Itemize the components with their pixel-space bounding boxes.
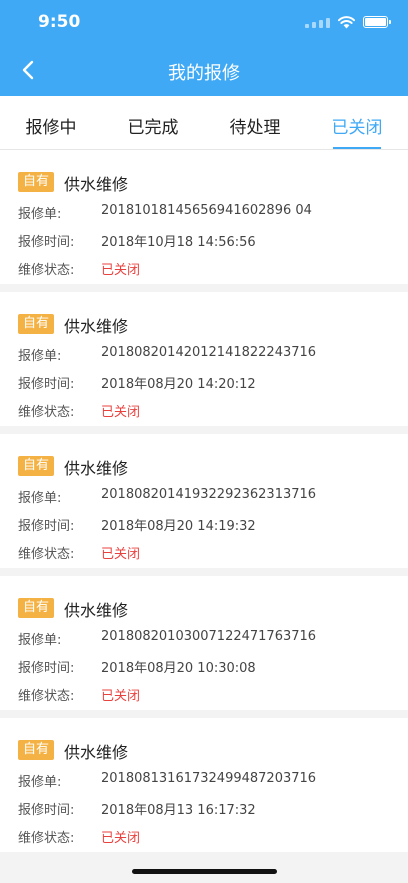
repair-card[interactable]: 自有 供水维修 报修单: 20180820141932292362313716 … [0, 434, 408, 568]
app-header: 9:50 我的报修 [0, 0, 408, 96]
repair-time: 2018年08月13 16:17:32 [101, 803, 256, 818]
repair-status: 已关闭 [101, 831, 141, 846]
repair-category: 供水维修 [64, 601, 129, 620]
time-label: 报修时间: [18, 661, 75, 676]
source-tag: 自有 [18, 456, 54, 476]
source-tag: 自有 [18, 598, 54, 618]
status-label: 维修状态: [18, 405, 75, 420]
repair-category: 供水维修 [64, 175, 129, 194]
active-tab-indicator [333, 147, 381, 149]
status-label: 维修状态: [18, 689, 75, 704]
time-label: 报修时间: [18, 377, 75, 392]
status-bar: 9:50 [0, 0, 408, 44]
repair-category: 供水维修 [64, 459, 129, 478]
repair-category: 供水维修 [64, 317, 129, 336]
order-number: 20180820142012141822243716 [101, 345, 317, 360]
battery-icon [363, 16, 391, 28]
status-icons [305, 14, 391, 30]
repair-card[interactable]: 自有 供水维修 报修单: 20181018145656941602896 04 … [0, 150, 408, 284]
source-tag: 自有 [18, 172, 54, 192]
order-label: 报修单: [18, 775, 62, 790]
order-label: 报修单: [18, 349, 62, 364]
order-number: 20180813161732499487203716 [101, 771, 317, 786]
repair-status: 已关闭 [101, 547, 141, 562]
repair-time: 2018年08月20 14:19:32 [101, 519, 256, 534]
tab-completed[interactable]: 已完成 [102, 113, 204, 138]
status-label: 维修状态: [18, 263, 75, 278]
source-tag: 自有 [18, 314, 54, 334]
tab-bar: 报修中 已完成 待处理 已关闭 [0, 96, 408, 150]
tab-closed[interactable]: 已关闭 [306, 113, 408, 138]
repair-status: 已关闭 [101, 263, 141, 278]
tab-in-progress[interactable]: 报修中 [0, 113, 102, 138]
order-label: 报修单: [18, 207, 62, 222]
repair-time: 2018年08月20 14:20:12 [101, 377, 256, 392]
nav-bar: 我的报修 [0, 44, 408, 96]
order-label: 报修单: [18, 633, 62, 648]
tab-pending[interactable]: 待处理 [204, 113, 306, 138]
repair-status: 已关闭 [101, 689, 141, 704]
wifi-icon [338, 15, 355, 28]
order-number: 20180820103007122471763716 [101, 629, 317, 644]
repair-card[interactable]: 自有 供水维修 报修单: 20180820103007122471763716 … [0, 576, 408, 710]
repair-card[interactable]: 自有 供水维修 报修单: 20180813161732499487203716 … [0, 718, 408, 852]
source-tag: 自有 [18, 740, 54, 760]
time-label: 报修时间: [18, 519, 75, 534]
repair-status: 已关闭 [101, 405, 141, 420]
home-indicator[interactable] [132, 869, 277, 874]
status-label: 维修状态: [18, 831, 75, 846]
order-label: 报修单: [18, 491, 62, 506]
status-label: 维修状态: [18, 547, 75, 562]
repair-time: 2018年10月18 14:56:56 [101, 235, 256, 250]
order-number: 20180820141932292362313716 [101, 487, 317, 502]
signal-icon [305, 16, 330, 28]
repair-card[interactable]: 自有 供水维修 报修单: 20180820142012141822243716 … [0, 292, 408, 426]
order-number: 20181018145656941602896 04 [101, 203, 312, 218]
repair-category: 供水维修 [64, 743, 129, 762]
time-label: 报修时间: [18, 235, 75, 250]
time-label: 报修时间: [18, 803, 75, 818]
status-time: 9:50 [38, 12, 81, 32]
page-title: 我的报修 [168, 63, 240, 84]
repair-time: 2018年08月20 10:30:08 [101, 661, 256, 676]
